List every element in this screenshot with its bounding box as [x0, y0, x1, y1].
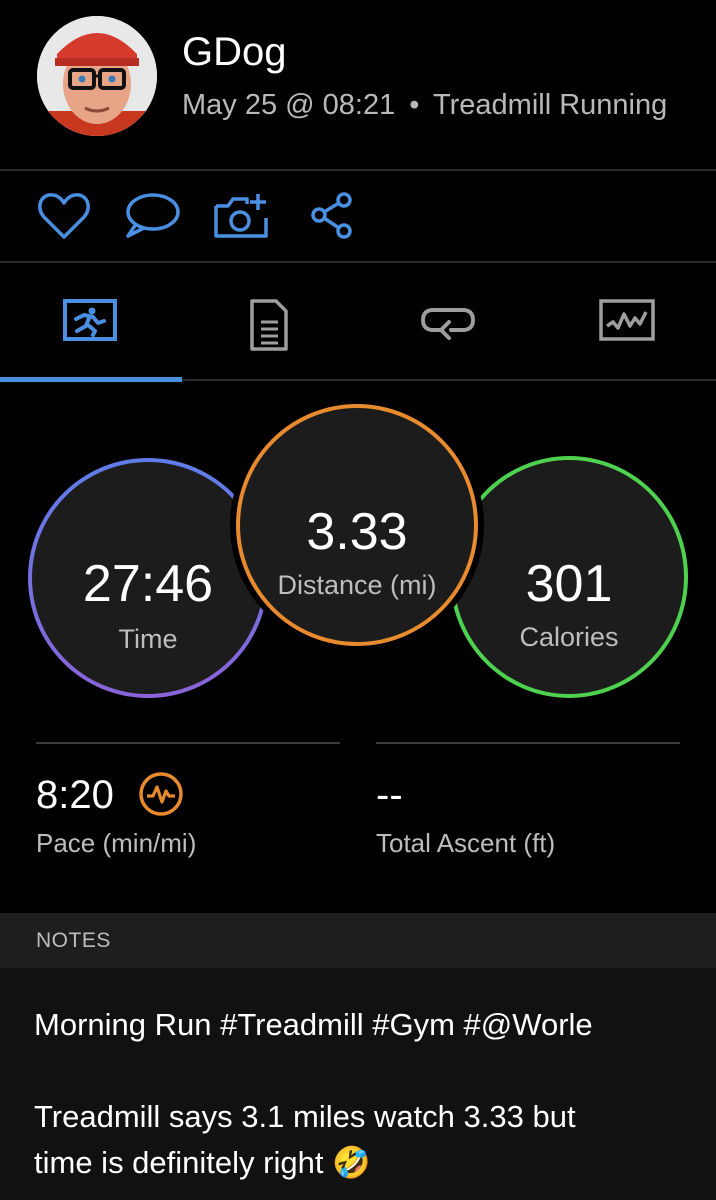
avatar-image	[37, 16, 157, 136]
runner-icon	[62, 299, 117, 341]
time-metric: 27:46 Time	[28, 458, 268, 698]
time-label: Time	[118, 624, 178, 654]
pace-label: Pace (min/mi)	[36, 828, 197, 858]
username[interactable]: GDog	[182, 30, 287, 75]
chart-icon	[598, 299, 655, 341]
ascent-value: --	[376, 773, 403, 817]
ascent-label: Total Ascent (ft)	[376, 828, 556, 858]
avatar[interactable]	[37, 16, 157, 136]
separator-dot: •	[409, 89, 420, 121]
calories-label: Calories	[519, 622, 619, 652]
pace-value: 8:20	[36, 773, 114, 817]
heart-icon	[38, 193, 90, 239]
comment-button[interactable]	[122, 190, 182, 242]
calories-value: 301	[525, 555, 613, 613]
notes-line: Treadmill says 3.1 miles watch 3.33 but	[34, 1099, 576, 1134]
distance-value: 3.33	[306, 503, 408, 561]
distance-metric: 3.33 Distance (mi)	[236, 404, 478, 646]
comment-icon	[126, 193, 180, 238]
document-icon	[249, 299, 288, 351]
loop-icon	[420, 308, 475, 340]
share-button[interactable]	[308, 190, 358, 242]
active-tab-indicator	[0, 377, 182, 382]
divider	[0, 169, 716, 171]
pace-divider	[36, 742, 340, 744]
tab-graphs[interactable]	[537, 280, 716, 380]
tab-details[interactable]	[179, 280, 358, 380]
tab-laps[interactable]	[358, 280, 537, 380]
heart-rate-icon[interactable]	[138, 771, 184, 822]
tab-overview[interactable]	[0, 280, 179, 380]
camera-plus-icon	[214, 194, 268, 238]
laughing-emoji-icon: 🤣	[332, 1145, 371, 1181]
notes-text: time is definitely right	[34, 1145, 324, 1180]
like-button[interactable]	[36, 190, 92, 242]
notes-heading: NOTES	[36, 929, 111, 952]
notes-line: time is definitely right 🤣	[34, 1140, 684, 1186]
activity-subtitle: May 25 @ 08:21 • Treadmill Running	[182, 89, 667, 122]
activity-datetime: May 25 @ 08:21	[182, 89, 396, 121]
calories-metric: 301 Calories	[450, 456, 688, 698]
time-value: 27:46	[82, 555, 214, 613]
divider	[0, 261, 716, 263]
share-icon	[311, 192, 352, 239]
ascent-divider	[376, 742, 680, 744]
distance-label: Distance (mi)	[277, 570, 437, 600]
add-photo-button[interactable]	[212, 190, 272, 242]
activity-type: Treadmill Running	[433, 89, 668, 121]
notes-title: Morning Run #Treadmill #Gym #@Worle	[34, 1007, 593, 1042]
